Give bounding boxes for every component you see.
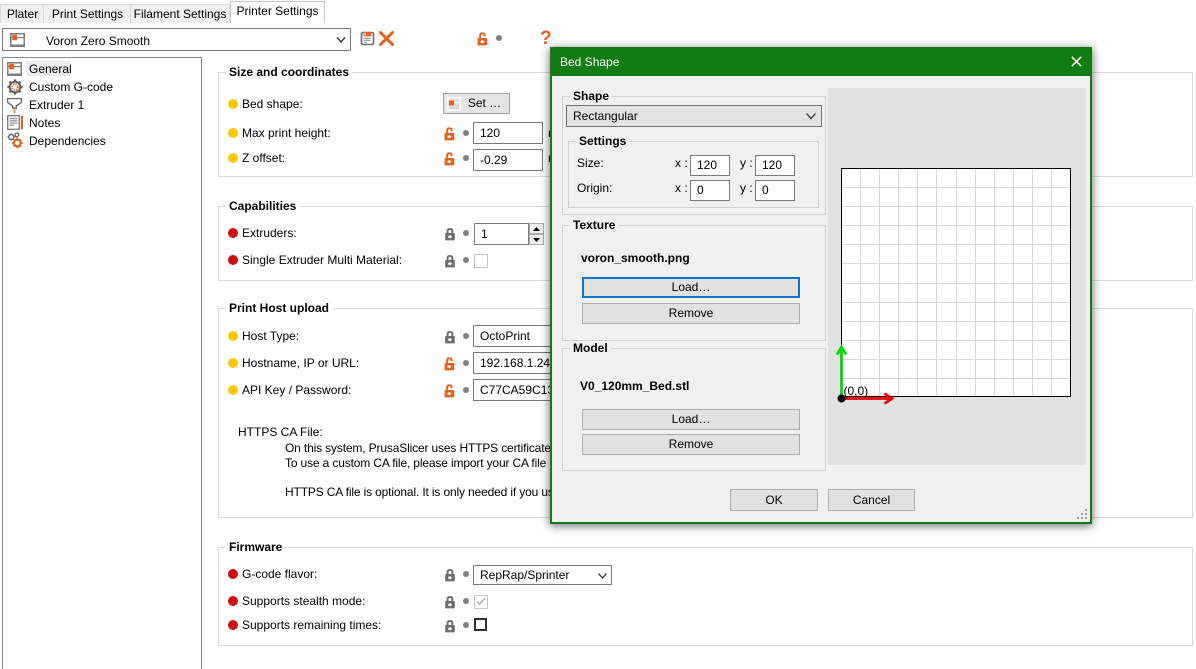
svg-text:(0,0): (0,0) — [844, 384, 869, 398]
